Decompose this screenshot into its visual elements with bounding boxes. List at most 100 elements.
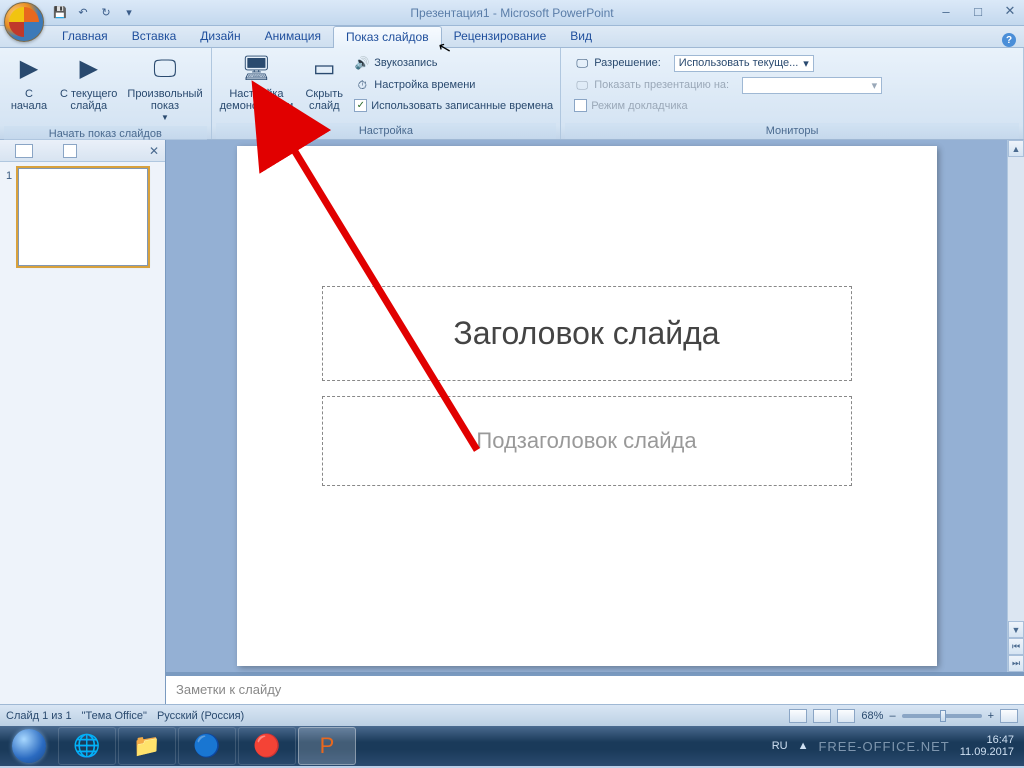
scroll-down-icon[interactable]: ▼ bbox=[1008, 621, 1024, 638]
show-on-dropdown: ▾ bbox=[742, 77, 882, 94]
titlebar: 💾 ↶ ↻ ▾ Презентация1 - Microsoft PowerPo… bbox=[0, 0, 1024, 26]
chevron-down-icon: ▾ bbox=[872, 79, 878, 92]
notes-pane[interactable]: Заметки к слайду bbox=[166, 672, 1024, 704]
checkbox-checked-icon: ✓ bbox=[354, 99, 367, 112]
panel-tabs: ✕ bbox=[0, 140, 165, 162]
hide-slide-button[interactable]: ▭ Скрыть слайд bbox=[299, 51, 349, 114]
thumbnails: 1 bbox=[0, 162, 165, 704]
hide-icon: ▭ bbox=[308, 53, 340, 85]
watermark: FREE-OFFICE.NET bbox=[818, 739, 949, 754]
tab-animation[interactable]: Анимация bbox=[253, 26, 333, 47]
setup-icon: 🖥 bbox=[240, 53, 272, 85]
clock-icon: ⏱ bbox=[354, 77, 370, 93]
resolution-label: 🖵Разрешение: bbox=[571, 53, 664, 73]
record-audio-button[interactable]: 🔊Звукозапись bbox=[351, 53, 556, 73]
thumb-number: 1 bbox=[6, 168, 12, 266]
windows-orb-icon bbox=[12, 729, 46, 763]
slide-panel: ✕ 1 bbox=[0, 140, 166, 704]
powerpoint-task-button[interactable]: P bbox=[298, 727, 356, 765]
tab-design[interactable]: Дизайн bbox=[188, 26, 252, 47]
chevron-down-icon: ▼ bbox=[161, 112, 169, 124]
use-timings-checkbox[interactable]: ✓Использовать записанные времена bbox=[351, 97, 556, 114]
group-monitors: 🖵Разрешение: Использовать текуще...▾ 🖵По… bbox=[561, 48, 1024, 139]
custom-show-icon: 🖵 bbox=[149, 53, 181, 85]
monitor-icon: 🖵 bbox=[574, 77, 590, 93]
redo-icon[interactable]: ↻ bbox=[96, 3, 116, 23]
group-setup: 🖥 Настройка демонстрации ▭ Скрыть слайд … bbox=[212, 48, 562, 139]
group-label: Настройка bbox=[216, 123, 557, 139]
chevron-down-icon: ▾ bbox=[803, 57, 809, 70]
title-placeholder[interactable]: Заголовок слайда bbox=[322, 286, 852, 381]
zoom-percent[interactable]: 68% bbox=[861, 710, 883, 722]
slide[interactable]: Заголовок слайда Подзаголовок слайда bbox=[237, 146, 937, 666]
outline-tab-icon[interactable] bbox=[63, 144, 77, 158]
maximize-button[interactable]: □ bbox=[966, 2, 990, 20]
office-button[interactable] bbox=[4, 2, 44, 42]
slide-canvas[interactable]: Заголовок слайда Подзаголовок слайда bbox=[166, 140, 1007, 672]
qat-dropdown-icon[interactable]: ▾ bbox=[119, 3, 139, 23]
tray-lang[interactable]: RU bbox=[772, 740, 788, 752]
show-on-label: 🖵Показать презентацию на: bbox=[571, 75, 732, 95]
ie-task-button[interactable]: 🌐 bbox=[58, 727, 116, 765]
tab-review[interactable]: Рецензирование bbox=[442, 26, 559, 47]
rehearse-timings-button[interactable]: ⏱Настройка времени bbox=[351, 75, 556, 95]
undo-icon[interactable]: ↶ bbox=[73, 3, 93, 23]
slideshow-view-button[interactable] bbox=[837, 709, 855, 723]
next-slide-icon[interactable]: ⏭ bbox=[1008, 655, 1024, 672]
slides-tab-icon[interactable] bbox=[15, 144, 33, 158]
zoom-out-button[interactable]: – bbox=[889, 710, 895, 722]
close-button[interactable]: ✕ bbox=[998, 2, 1022, 20]
setup-show-button[interactable]: 🖥 Настройка демонстрации bbox=[216, 51, 298, 114]
tab-insert[interactable]: Вставка bbox=[120, 26, 189, 47]
scroll-track[interactable] bbox=[1008, 157, 1024, 621]
tab-slideshow[interactable]: Показ слайдов bbox=[333, 26, 442, 48]
resolution-dropdown[interactable]: Использовать текуще...▾ bbox=[674, 55, 814, 72]
fit-button[interactable] bbox=[1000, 709, 1018, 723]
vertical-scrollbar[interactable]: ▲ ▼ ⏮ ⏭ bbox=[1007, 140, 1024, 672]
presenter-view-checkbox: Режим докладчика bbox=[571, 97, 690, 114]
slide-thumbnail[interactable] bbox=[18, 168, 148, 266]
theme-name: "Тема Office" bbox=[82, 710, 147, 722]
tray-date[interactable]: 11.09.2017 bbox=[960, 746, 1014, 758]
tray-time[interactable]: 16:47 bbox=[960, 734, 1014, 746]
language-status[interactable]: Русский (Россия) bbox=[157, 710, 244, 722]
minimize-button[interactable]: – bbox=[934, 2, 958, 20]
thumbnail-item[interactable]: 1 bbox=[6, 168, 159, 266]
play-current-icon: ▶ bbox=[73, 53, 105, 85]
window-title: Презентация1 - Microsoft PowerPoint bbox=[410, 6, 613, 20]
zoom-slider[interactable] bbox=[902, 714, 982, 718]
statusbar: Слайд 1 из 1 "Тема Office" Русский (Росс… bbox=[0, 704, 1024, 726]
save-icon[interactable]: 💾 bbox=[50, 3, 70, 23]
from-beginning-button[interactable]: ▶ С начала bbox=[4, 51, 54, 114]
tab-view[interactable]: Вид bbox=[558, 26, 604, 47]
quick-access-toolbar: 💾 ↶ ↻ ▾ bbox=[50, 3, 139, 23]
slide-counter: Слайд 1 из 1 bbox=[6, 710, 72, 722]
normal-view-button[interactable] bbox=[789, 709, 807, 723]
help-icon[interactable]: ? bbox=[1002, 33, 1016, 47]
tray-flag-icon[interactable]: ▲ bbox=[798, 740, 809, 752]
checkbox-icon bbox=[574, 99, 587, 112]
group-label: Мониторы bbox=[565, 123, 1019, 139]
explorer-task-button[interactable]: 📁 bbox=[118, 727, 176, 765]
panel-close-icon[interactable]: ✕ bbox=[149, 144, 159, 158]
ribbon-tabs: Главная Вставка Дизайн Анимация Показ сл… bbox=[0, 26, 1024, 48]
custom-show-button[interactable]: 🖵 Произвольный показ ▼ bbox=[123, 51, 206, 126]
wmp-task-button[interactable]: 🔵 bbox=[178, 727, 236, 765]
subtitle-placeholder[interactable]: Подзаголовок слайда bbox=[322, 396, 852, 486]
canvas-area: Заголовок слайда Подзаголовок слайда ▲ ▼… bbox=[166, 140, 1024, 704]
monitor-icon: 🖵 bbox=[574, 55, 590, 71]
group-start-slideshow: ▶ С начала ▶ С текущего слайда 🖵 Произво… bbox=[0, 48, 212, 139]
start-button[interactable] bbox=[2, 727, 56, 765]
play-icon: ▶ bbox=[13, 53, 45, 85]
ribbon: ▶ С начала ▶ С текущего слайда 🖵 Произво… bbox=[0, 48, 1024, 140]
sorter-view-button[interactable] bbox=[813, 709, 831, 723]
from-current-button[interactable]: ▶ С текущего слайда bbox=[56, 51, 121, 114]
mic-icon: 🔊 bbox=[354, 55, 370, 71]
zoom-thumb[interactable] bbox=[940, 710, 946, 722]
prev-slide-icon[interactable]: ⏮ bbox=[1008, 638, 1024, 655]
tab-home[interactable]: Главная bbox=[50, 26, 120, 47]
system-tray: RU ▲ FREE-OFFICE.NET 16:47 11.09.2017 bbox=[772, 734, 1022, 758]
scroll-up-icon[interactable]: ▲ bbox=[1008, 140, 1024, 157]
zoom-in-button[interactable]: + bbox=[988, 710, 994, 722]
chrome-task-button[interactable]: 🔴 bbox=[238, 727, 296, 765]
